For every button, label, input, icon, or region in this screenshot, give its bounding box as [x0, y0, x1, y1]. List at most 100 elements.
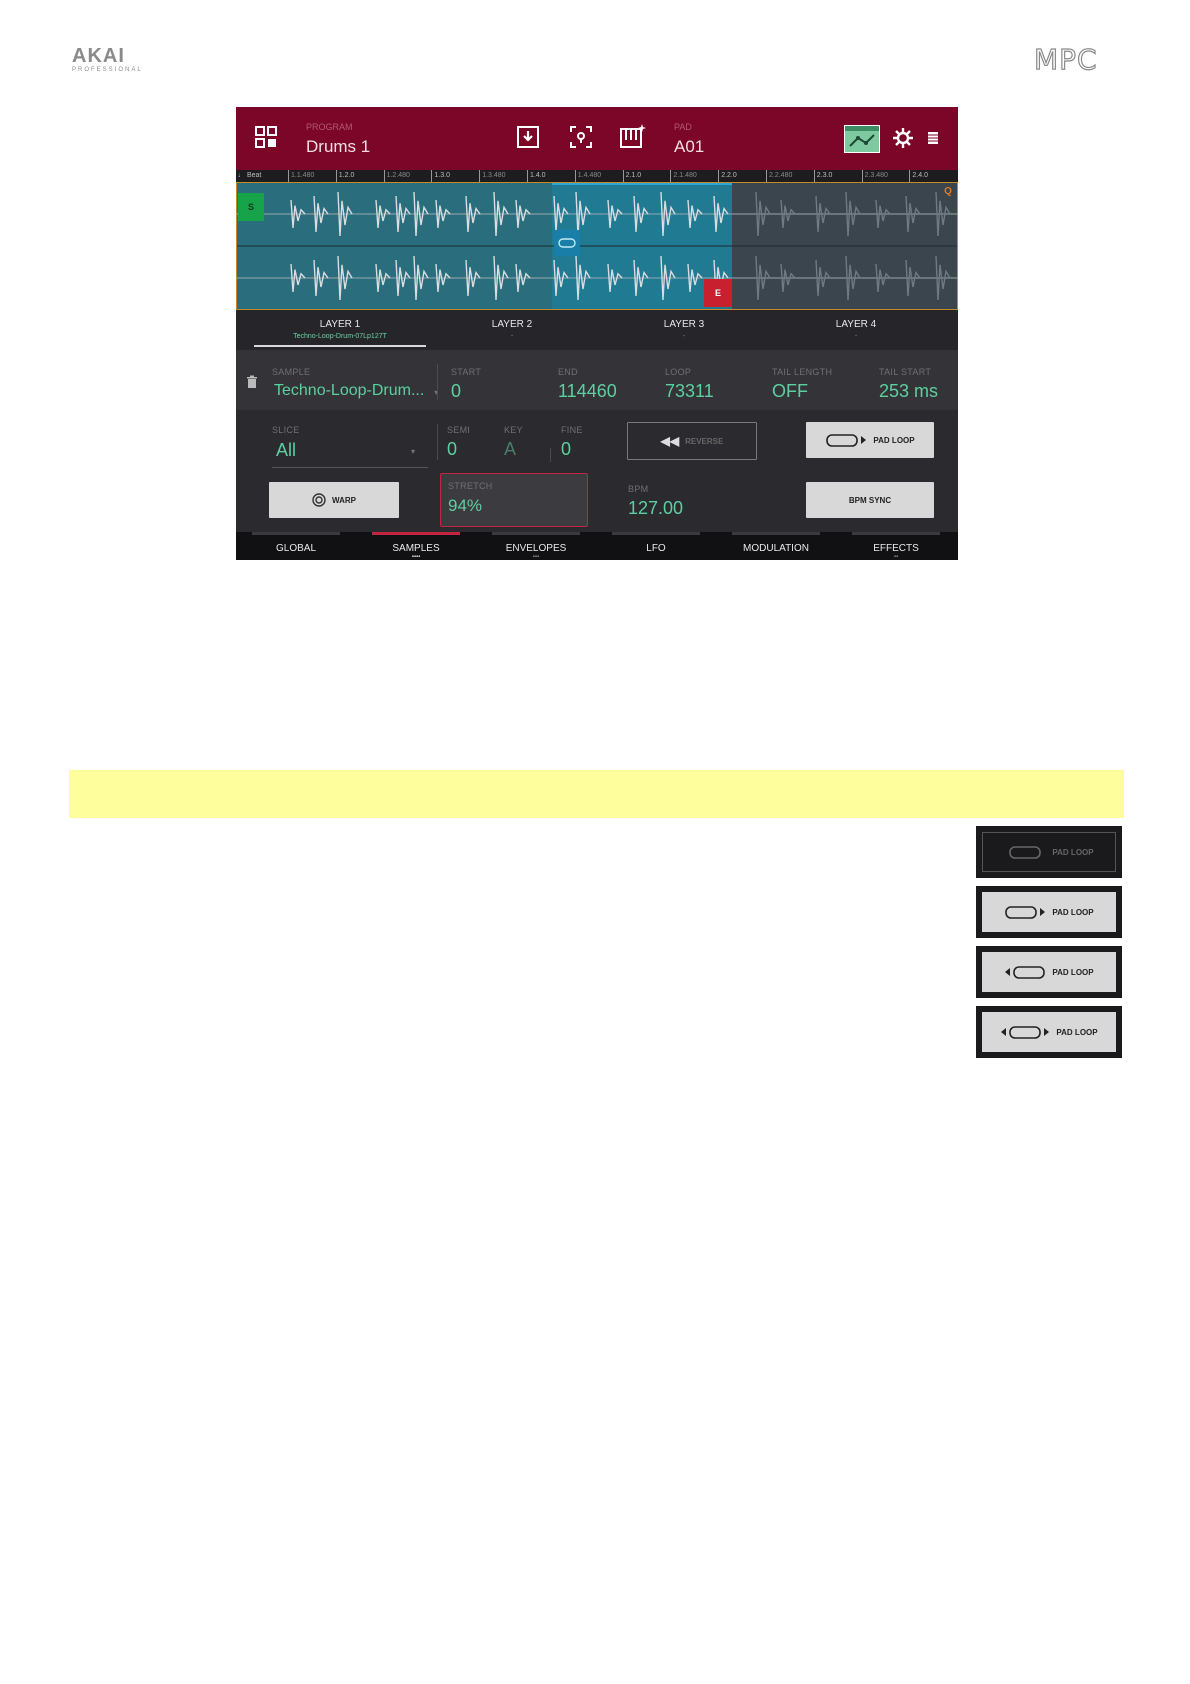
stretch-field[interactable]: STRETCH 94%	[440, 473, 588, 527]
tab-indicator	[492, 532, 580, 535]
warp-button[interactable]: WARP	[269, 482, 399, 518]
layer-tab-3[interactable]: LAYER 3 -	[598, 310, 770, 350]
timeline-ruler[interactable]: ♩ Beat 1.1.480 1.2.0 1.2.480 1.3.0 1.3.480 1.…	[236, 170, 958, 182]
locate-icon[interactable]	[569, 125, 593, 154]
loop-icon	[1009, 846, 1042, 859]
highlight-band	[69, 770, 1124, 818]
sample-label: SAMPLE	[272, 367, 311, 377]
tab-envelopes[interactable]: ENVELOPES ▪▪▪	[486, 532, 586, 560]
end-marker-label: E	[714, 288, 721, 298]
bpm-label: BPM	[628, 484, 649, 494]
loop-forward-icon	[826, 434, 867, 447]
mpc-logo: MPC	[1033, 45, 1120, 74]
akai-logo: AKAI PROFESSIONAL	[72, 46, 152, 74]
semi-label: SEMI	[447, 425, 471, 435]
pad-label: PAD	[674, 122, 692, 132]
tab-effects[interactable]: EFFECTS ▪▪	[846, 532, 946, 560]
start-marker[interactable]: S	[238, 193, 264, 221]
slice-underline	[272, 467, 428, 468]
tab-label: ENVELOPES	[505, 543, 567, 554]
fine-label: FINE	[561, 425, 583, 435]
start-value[interactable]: 0	[451, 381, 461, 402]
ruler-tick: 2.3.0	[813, 170, 832, 182]
ruler-tick: 1.2.0	[335, 170, 354, 182]
ruler-tick: 1.1.480	[288, 170, 314, 182]
layer-tab-2[interactable]: LAYER 2 -	[426, 310, 598, 350]
tail-length-label: TAIL LENGTH	[772, 367, 833, 377]
program-label: PROGRAM	[306, 122, 353, 132]
end-marker[interactable]: E	[704, 279, 732, 307]
layer-name: LAYER 3	[663, 319, 705, 330]
slice-label: SLICE	[272, 425, 300, 435]
bpm-sync-button[interactable]: BPM SYNC	[806, 482, 934, 518]
loop-marker[interactable]	[554, 230, 580, 256]
keyboard-icon[interactable]	[619, 123, 647, 154]
tab-indicator	[852, 532, 940, 535]
tab-lfo[interactable]: LFO	[606, 532, 706, 560]
ruler-tick: 1.4.0	[527, 170, 546, 182]
program-name[interactable]: Drums 1	[306, 137, 370, 157]
reverse-button[interactable]: ◀◀ REVERSE	[627, 422, 757, 460]
tail-start-value[interactable]: 253 ms	[879, 381, 938, 402]
save-icon[interactable]	[516, 125, 540, 154]
mpc-screen: PROGRAM Drums 1 PAD A01 ♩ Beat 1.1.480 1.…	[236, 107, 958, 560]
layer-tab-1[interactable]: LAYER 1 Techno-Loop-Drum-07Lp127T	[254, 310, 426, 350]
pad-loop-button[interactable]: PAD LOOP	[806, 422, 934, 458]
end-label: END	[558, 367, 578, 377]
bottom-tabs: GLOBAL SAMPLES ▪▪▪▪ ENVELOPES ▪▪▪ LFO MO…	[236, 532, 958, 560]
slice-select[interactable]: All	[276, 440, 296, 461]
layer-tab-4[interactable]: LAYER 4 -	[770, 310, 942, 350]
fine-value[interactable]: 0	[561, 439, 571, 460]
semi-value[interactable]: 0	[447, 439, 457, 460]
ruler-tick: 1.3.480	[479, 170, 506, 182]
sample-params-row: SAMPLE Techno-Loop-Drum...▾ START 0 END …	[236, 350, 958, 410]
ruler-tick: 2.4.0	[909, 170, 928, 182]
pad-loop-thumb-reverse: PAD LOOP	[982, 952, 1116, 992]
waveform-display[interactable]: S E Q	[236, 182, 958, 310]
tab-page-dots: ▪▪▪	[532, 554, 540, 560]
tab-samples[interactable]: SAMPLES ▪▪▪▪	[366, 532, 466, 560]
tab-label: SAMPLES	[392, 543, 440, 554]
pad-loop-label: PAD LOOP	[873, 435, 915, 445]
pad-name[interactable]: A01	[674, 137, 704, 157]
tab-page-dots: ▪▪▪▪	[411, 554, 421, 560]
automation-icon[interactable]	[844, 125, 880, 153]
pad-loop-thumb-label: PAD LOOP	[1052, 907, 1094, 917]
layer-sample: -	[854, 333, 858, 340]
tail-length-value[interactable]: OFF	[772, 381, 808, 402]
tab-indicator	[732, 532, 820, 535]
ruler-tick: 1.2.480	[383, 170, 410, 182]
key-value[interactable]: A	[504, 439, 516, 460]
loop-alternating-icon	[1001, 1026, 1050, 1039]
gear-icon[interactable]	[892, 127, 914, 154]
warp-icon	[312, 493, 326, 507]
tab-global[interactable]: GLOBAL	[246, 532, 346, 560]
sample-select[interactable]: Techno-Loop-Drum...▾	[274, 382, 438, 400]
ruler-tick: 2.1.0	[622, 170, 641, 182]
tab-page-dots: ▪▪	[893, 554, 899, 560]
stretch-label: STRETCH	[448, 481, 493, 491]
beat-label: ♩ Beat	[238, 172, 262, 179]
layer-name: LAYER 1	[319, 319, 361, 330]
battery-icon	[927, 131, 939, 150]
trash-icon[interactable]	[246, 375, 258, 394]
loop-label: LOOP	[665, 367, 692, 377]
menu-grid-icon[interactable]	[254, 125, 278, 154]
ruler-tick: 2.1.480	[670, 170, 697, 182]
waveform	[236, 182, 958, 310]
tab-modulation[interactable]: MODULATION	[726, 532, 826, 560]
quantize-badge[interactable]: Q	[940, 184, 956, 200]
layer-sample: Techno-Loop-Drum-07Lp127T	[293, 333, 387, 340]
pad-loop-state-off: PAD LOOP	[976, 826, 1122, 878]
start-label: START	[451, 367, 482, 377]
pad-loop-thumb-off: PAD LOOP	[982, 832, 1116, 872]
bpm-value[interactable]: 127.00	[628, 498, 683, 519]
slice-value: All	[276, 440, 297, 460]
separator	[437, 364, 438, 400]
loop-value[interactable]: 73311	[665, 381, 714, 402]
pad-loop-state-alternating: PAD LOOP	[976, 1006, 1122, 1058]
end-value[interactable]: 114460	[558, 381, 617, 402]
pad-loop-thumb-alternating: PAD LOOP	[982, 1012, 1116, 1052]
pad-loop-thumb-forward: PAD LOOP	[982, 892, 1116, 932]
tab-label: EFFECTS	[873, 543, 919, 554]
